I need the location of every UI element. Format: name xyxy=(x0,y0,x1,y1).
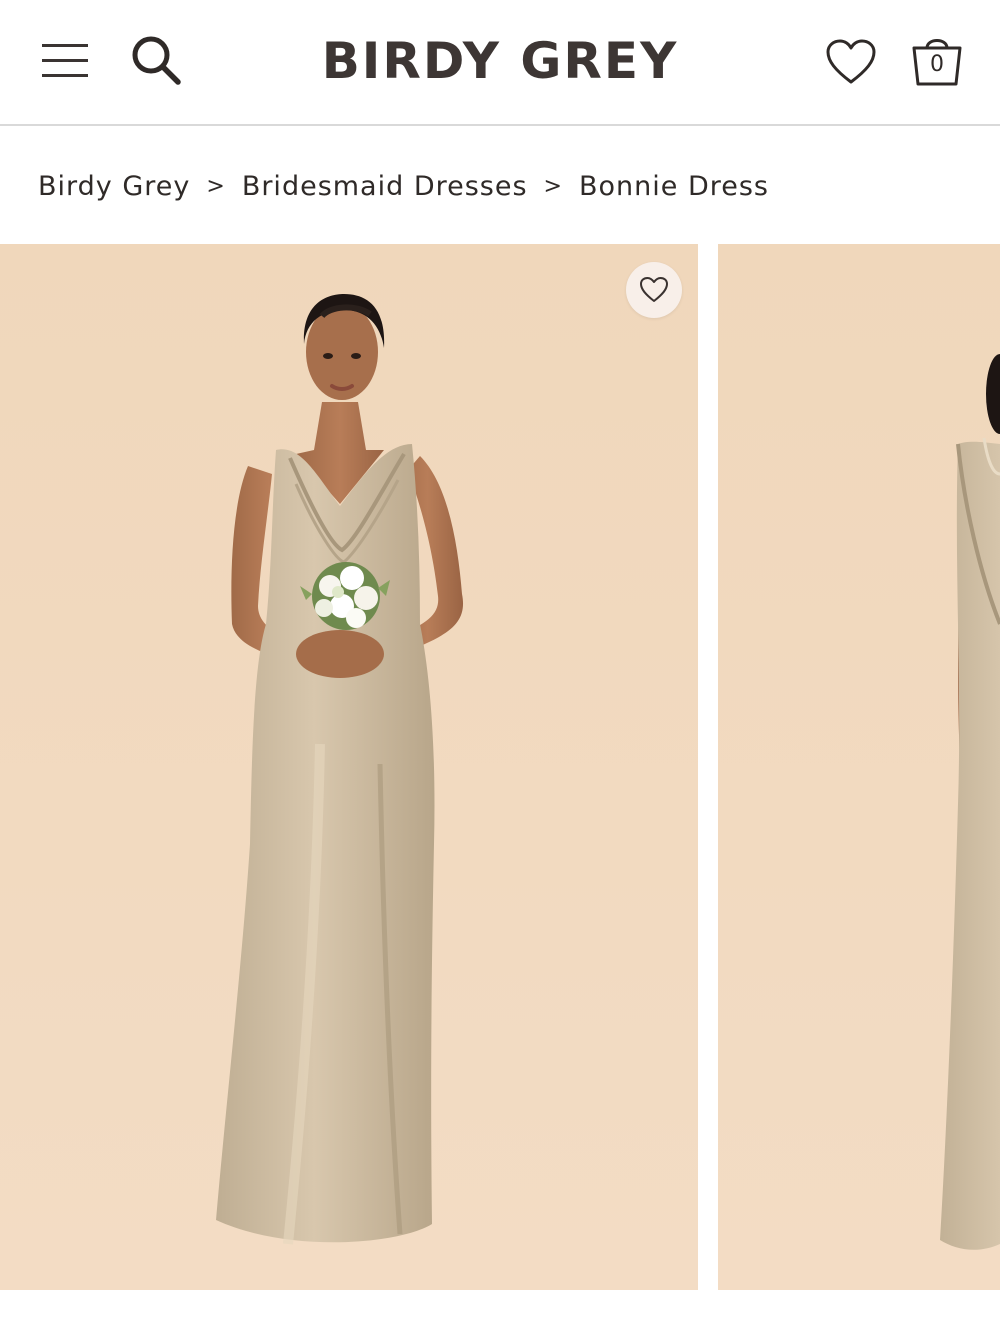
model-back-illustration xyxy=(940,354,1000,1250)
hamburger-menu-icon[interactable] xyxy=(36,36,94,84)
product-image-back[interactable] xyxy=(718,244,1000,1290)
breadcrumb-separator: > xyxy=(206,173,226,199)
bag-count-badge: 0 xyxy=(930,52,944,77)
breadcrumb-category[interactable]: Bridesmaid Dresses xyxy=(242,171,528,202)
search-icon[interactable] xyxy=(126,30,186,90)
brand-logo[interactable]: BIRDY GREY xyxy=(250,28,750,94)
shopping-bag-icon[interactable]: 0 xyxy=(906,30,968,92)
product-image-front[interactable] xyxy=(0,244,698,1290)
model-front-illustration xyxy=(216,294,464,1245)
product-image-gallery[interactable] xyxy=(0,244,1000,1290)
wishlist-heart-icon[interactable] xyxy=(822,34,880,90)
breadcrumb-current[interactable]: Bonnie Dress xyxy=(579,171,769,202)
site-header: BIRDY GREY 0 xyxy=(0,0,1000,126)
breadcrumb-home[interactable]: Birdy Grey xyxy=(38,171,190,202)
breadcrumb: Birdy Grey > Bridesmaid Dresses > Bonnie… xyxy=(38,166,769,206)
breadcrumb-separator: > xyxy=(543,173,563,199)
favorite-heart-icon[interactable] xyxy=(626,262,682,318)
